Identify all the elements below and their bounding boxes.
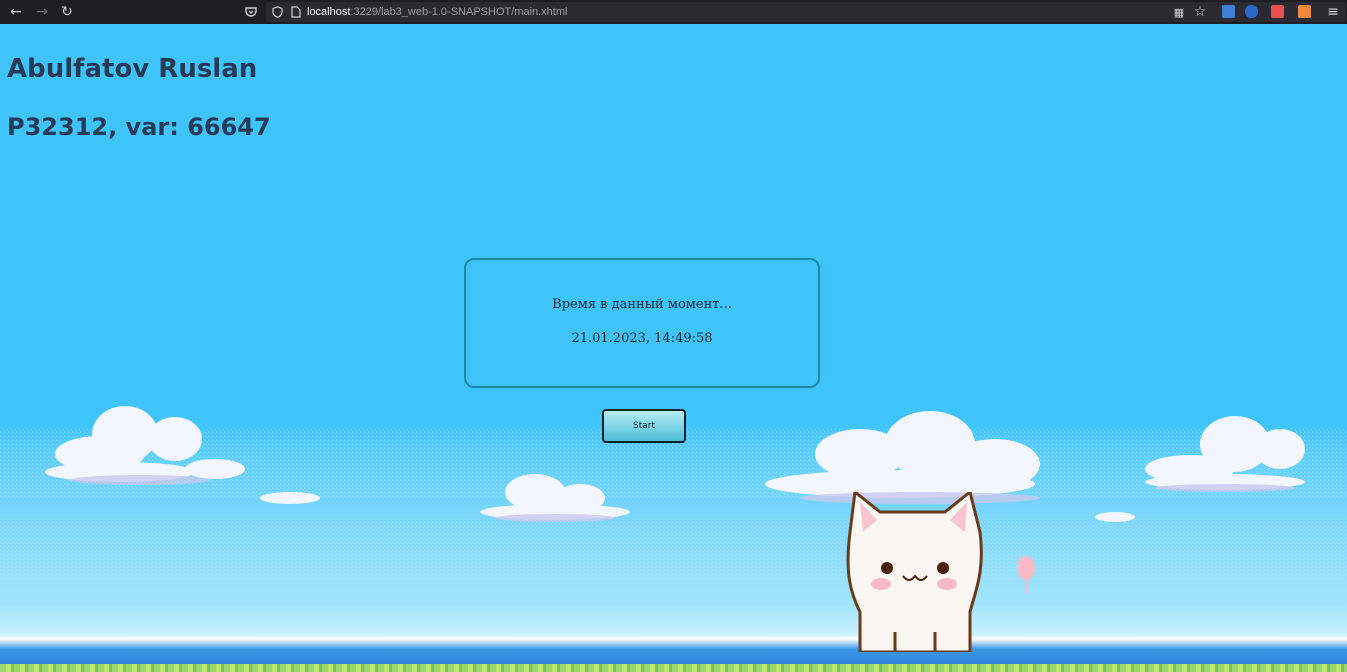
extension-shield-icon[interactable]: [1245, 5, 1258, 18]
student-name-heading: Abulfatov Ruslan: [7, 54, 258, 84]
url-host: localhost: [307, 6, 351, 18]
group-variant-heading: P32312, var: 66647: [7, 113, 271, 141]
cat-illustration: [846, 492, 983, 652]
pocket-icon[interactable]: [241, 2, 261, 22]
reload-icon[interactable]: ↻: [57, 2, 77, 22]
star-icon[interactable]: ☆: [1190, 2, 1210, 22]
forward-icon[interactable]: →: [32, 2, 52, 22]
extension-orange-icon[interactable]: [1298, 5, 1311, 18]
clock-panel: Время в данный момент... 21.01.2023, 14:…: [464, 258, 820, 388]
clock-time: 21.01.2023, 14:49:58: [571, 331, 713, 346]
url-text[interactable]: localhost:3229/lab3_web-1.0-SNAPSHOT/mai…: [307, 6, 567, 18]
menu-icon[interactable]: ≡: [1323, 2, 1343, 22]
grass-strip: [0, 664, 1347, 672]
shield-icon[interactable]: [272, 6, 283, 18]
translate-icon[interactable]: ▦: [1169, 2, 1189, 22]
cloud-far-right: [1145, 416, 1305, 490]
url-path: :3229/lab3_web-1.0-SNAPSHOT/main.xhtml: [350, 6, 568, 18]
start-button[interactable]: Start: [602, 409, 686, 443]
page-background: Abulfatov Ruslan P32312, var: 66647 Врем…: [0, 24, 1347, 672]
extension-red-icon[interactable]: [1271, 5, 1284, 18]
browser-toolbar: ← → ↻ localhost:3229/lab3_web-1.0-SNAPSH…: [0, 0, 1347, 24]
page-icon: [291, 6, 301, 18]
heart-balloon: [1017, 556, 1035, 594]
clock-title: Время в данный момент...: [552, 297, 732, 312]
extension-icon[interactable]: [1222, 5, 1235, 18]
cloud-left: [45, 406, 320, 504]
back-icon[interactable]: ←: [6, 2, 26, 22]
cloud-center: [480, 474, 630, 520]
